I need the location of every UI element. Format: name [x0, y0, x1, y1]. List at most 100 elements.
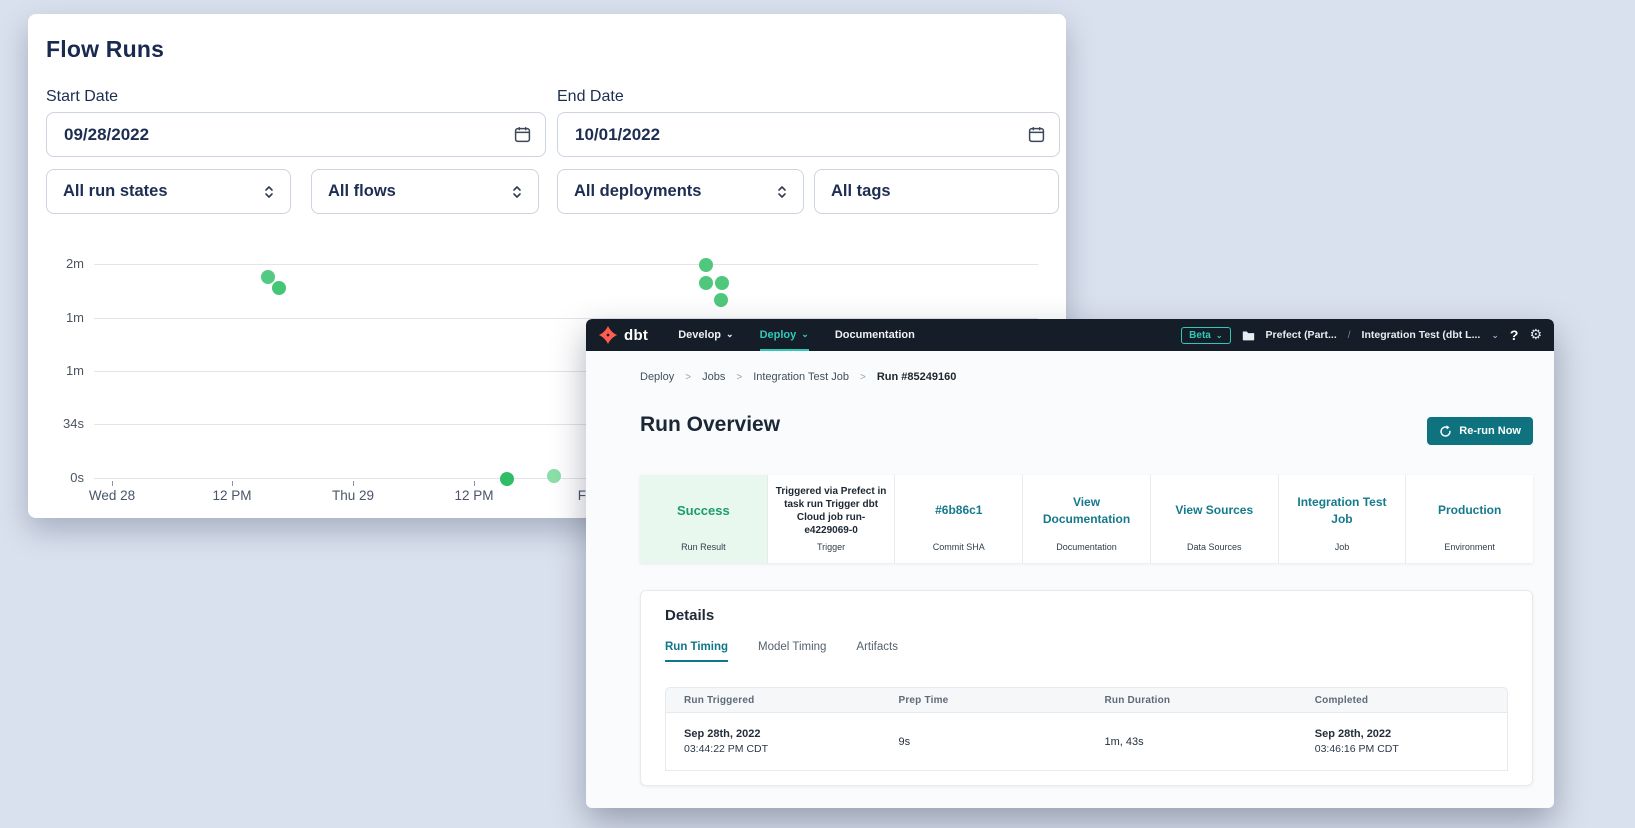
y-axis-tick-label: 0s: [44, 470, 84, 485]
environment-link[interactable]: Production: [1430, 475, 1509, 542]
flow-run-point[interactable]: [261, 270, 275, 284]
breadcrumb-separator: >: [685, 372, 691, 383]
breadcrumb-separator: /: [1348, 330, 1351, 341]
chevron-down-icon: ⌄: [801, 329, 809, 340]
dbt-logo[interactable]: dbt: [598, 325, 648, 345]
flow-run-point[interactable]: [699, 276, 713, 290]
chart-gridline: [94, 264, 1038, 265]
card-caption: Trigger: [817, 542, 845, 552]
table-row: Sep 28th, 2022 03:44:22 PM CDT 9s 1m, 43…: [665, 713, 1508, 771]
x-axis-tick-mark: [474, 481, 475, 486]
tab-run-timing[interactable]: Run Timing: [665, 641, 728, 662]
flow-run-point[interactable]: [500, 472, 514, 486]
help-icon[interactable]: ?: [1510, 327, 1519, 343]
run-triggered-cell: Sep 28th, 2022 03:44:22 PM CDT: [666, 728, 880, 755]
environment-card[interactable]: Production Environment: [1406, 475, 1533, 563]
rerun-now-button[interactable]: Re-run Now: [1427, 417, 1533, 445]
trigger-value: Triggered via Prefect in task run Trigge…: [768, 475, 895, 542]
y-axis-tick-label: 1m: [44, 310, 84, 325]
run-overview-title: Run Overview: [640, 413, 780, 437]
view-documentation-card[interactable]: View Documentation Documentation: [1023, 475, 1151, 563]
breadcrumb-separator: >: [860, 372, 866, 383]
trigger-card: Triggered via Prefect in task run Trigge…: [768, 475, 896, 563]
breadcrumb-separator: >: [736, 372, 742, 383]
x-axis-tick-label: 12 PM: [434, 488, 514, 503]
table-header-row: Run Triggered Prep Time Run Duration Com…: [665, 687, 1508, 713]
completed-cell: Sep 28th, 2022 03:46:16 PM CDT: [1297, 728, 1507, 755]
view-sources-link[interactable]: View Sources: [1167, 475, 1261, 542]
breadcrumb-deploy[interactable]: Deploy: [640, 371, 674, 383]
flow-run-point[interactable]: [272, 281, 286, 295]
view-sources-card[interactable]: View Sources Data Sources: [1151, 475, 1279, 563]
nav-item-deploy[interactable]: Deploy ⌄: [760, 319, 809, 351]
account-breadcrumb[interactable]: Prefect (Part...: [1266, 329, 1337, 341]
x-axis-tick-mark: [353, 481, 354, 486]
flow-run-point[interactable]: [547, 469, 561, 483]
breadcrumb: Deploy > Jobs > Integration Test Job > R…: [640, 371, 956, 383]
run-summary-cards: Success Run Result Triggered via Prefect…: [640, 475, 1533, 563]
prep-time-cell: 9s: [880, 736, 1086, 748]
x-axis-tick-mark: [232, 481, 233, 486]
x-axis-tick-mark: [112, 481, 113, 486]
tab-artifacts[interactable]: Artifacts: [856, 641, 898, 662]
desktop: { "page": { "background": "#dae1ee" }, "…: [0, 0, 1635, 828]
run-triggered-time: 03:44:22 PM CDT: [684, 743, 880, 755]
completed-time: 03:46:16 PM CDT: [1315, 743, 1507, 755]
flow-run-point[interactable]: [699, 258, 713, 272]
dbt-logo-icon: [598, 325, 618, 345]
column-header-prep-time: Prep Time: [880, 695, 1086, 706]
details-tabs: Run Timing Model Timing Artifacts: [665, 641, 898, 662]
column-header-run-triggered: Run Triggered: [666, 695, 880, 706]
x-axis-tick-label: Wed 28: [72, 488, 152, 503]
nav-item-label: Develop: [678, 329, 721, 341]
card-caption: Commit SHA: [933, 542, 985, 552]
breadcrumb-jobs[interactable]: Jobs: [702, 371, 725, 383]
card-caption: Environment: [1444, 542, 1495, 552]
tab-model-timing[interactable]: Model Timing: [758, 641, 826, 662]
job-card[interactable]: Integration Test Job Job: [1279, 475, 1407, 563]
chevron-down-icon[interactable]: ⌄: [1491, 330, 1499, 341]
card-caption: Documentation: [1056, 542, 1117, 552]
folder-icon[interactable]: [1242, 330, 1255, 341]
breadcrumb-job-name[interactable]: Integration Test Job: [753, 371, 849, 383]
job-link[interactable]: Integration Test Job: [1279, 475, 1406, 542]
nav-right-cluster: Beta ⌄ Prefect (Part... / Integration Te…: [1181, 327, 1542, 344]
flow-run-point[interactable]: [714, 293, 728, 307]
y-axis-tick-label: 1m: [44, 363, 84, 378]
beta-label: Beta: [1189, 330, 1211, 341]
nav-item-label: Documentation: [835, 329, 915, 341]
project-breadcrumb[interactable]: Integration Test (dbt L...: [1362, 329, 1481, 341]
column-header-run-duration: Run Duration: [1086, 695, 1296, 706]
nav-item-documentation[interactable]: Documentation: [835, 319, 915, 351]
run-result-card: Success Run Result: [640, 475, 768, 563]
refresh-icon: [1439, 425, 1452, 438]
run-triggered-date: Sep 28th, 2022: [684, 728, 880, 740]
nav-item-develop[interactable]: Develop ⌄: [678, 319, 733, 351]
x-axis-tick-label: Thu 29: [313, 488, 393, 503]
dbt-brand-label: dbt: [624, 327, 648, 344]
rerun-now-label: Re-run Now: [1459, 425, 1521, 437]
breadcrumb-run-id: Run #85249160: [877, 371, 957, 383]
card-caption: Data Sources: [1187, 542, 1242, 552]
run-duration-cell: 1m, 43s: [1086, 736, 1296, 748]
dbt-content: Deploy > Jobs > Integration Test Job > R…: [586, 351, 1554, 808]
details-title: Details: [665, 607, 714, 624]
flow-run-point[interactable]: [715, 276, 729, 290]
commit-sha-card[interactable]: #6b86c1 Commit SHA: [895, 475, 1023, 563]
completed-date: Sep 28th, 2022: [1315, 728, 1507, 740]
gear-icon[interactable]: ⚙: [1529, 327, 1542, 343]
chevron-down-icon: ⌄: [726, 329, 734, 340]
view-documentation-link[interactable]: View Documentation: [1032, 475, 1142, 542]
nav-item-label: Deploy: [760, 329, 797, 341]
column-header-completed: Completed: [1297, 695, 1507, 706]
y-axis-tick-label: 2m: [44, 256, 84, 271]
dbt-top-nav: dbt Develop ⌄ Deploy ⌄ Documentation Bet…: [586, 319, 1554, 351]
run-timing-table: Run Triggered Prep Time Run Duration Com…: [665, 687, 1508, 771]
chevron-down-icon: ⌄: [1216, 331, 1223, 340]
card-caption: Job: [1335, 542, 1350, 552]
beta-badge[interactable]: Beta ⌄: [1181, 327, 1230, 344]
x-axis-tick-label: 12 PM: [192, 488, 272, 503]
dbt-cloud-window: dbt Develop ⌄ Deploy ⌄ Documentation Bet…: [586, 319, 1554, 808]
details-panel: Details Run Timing Model Timing Artifact…: [640, 590, 1533, 786]
commit-sha-value[interactable]: #6b86c1: [927, 475, 990, 542]
